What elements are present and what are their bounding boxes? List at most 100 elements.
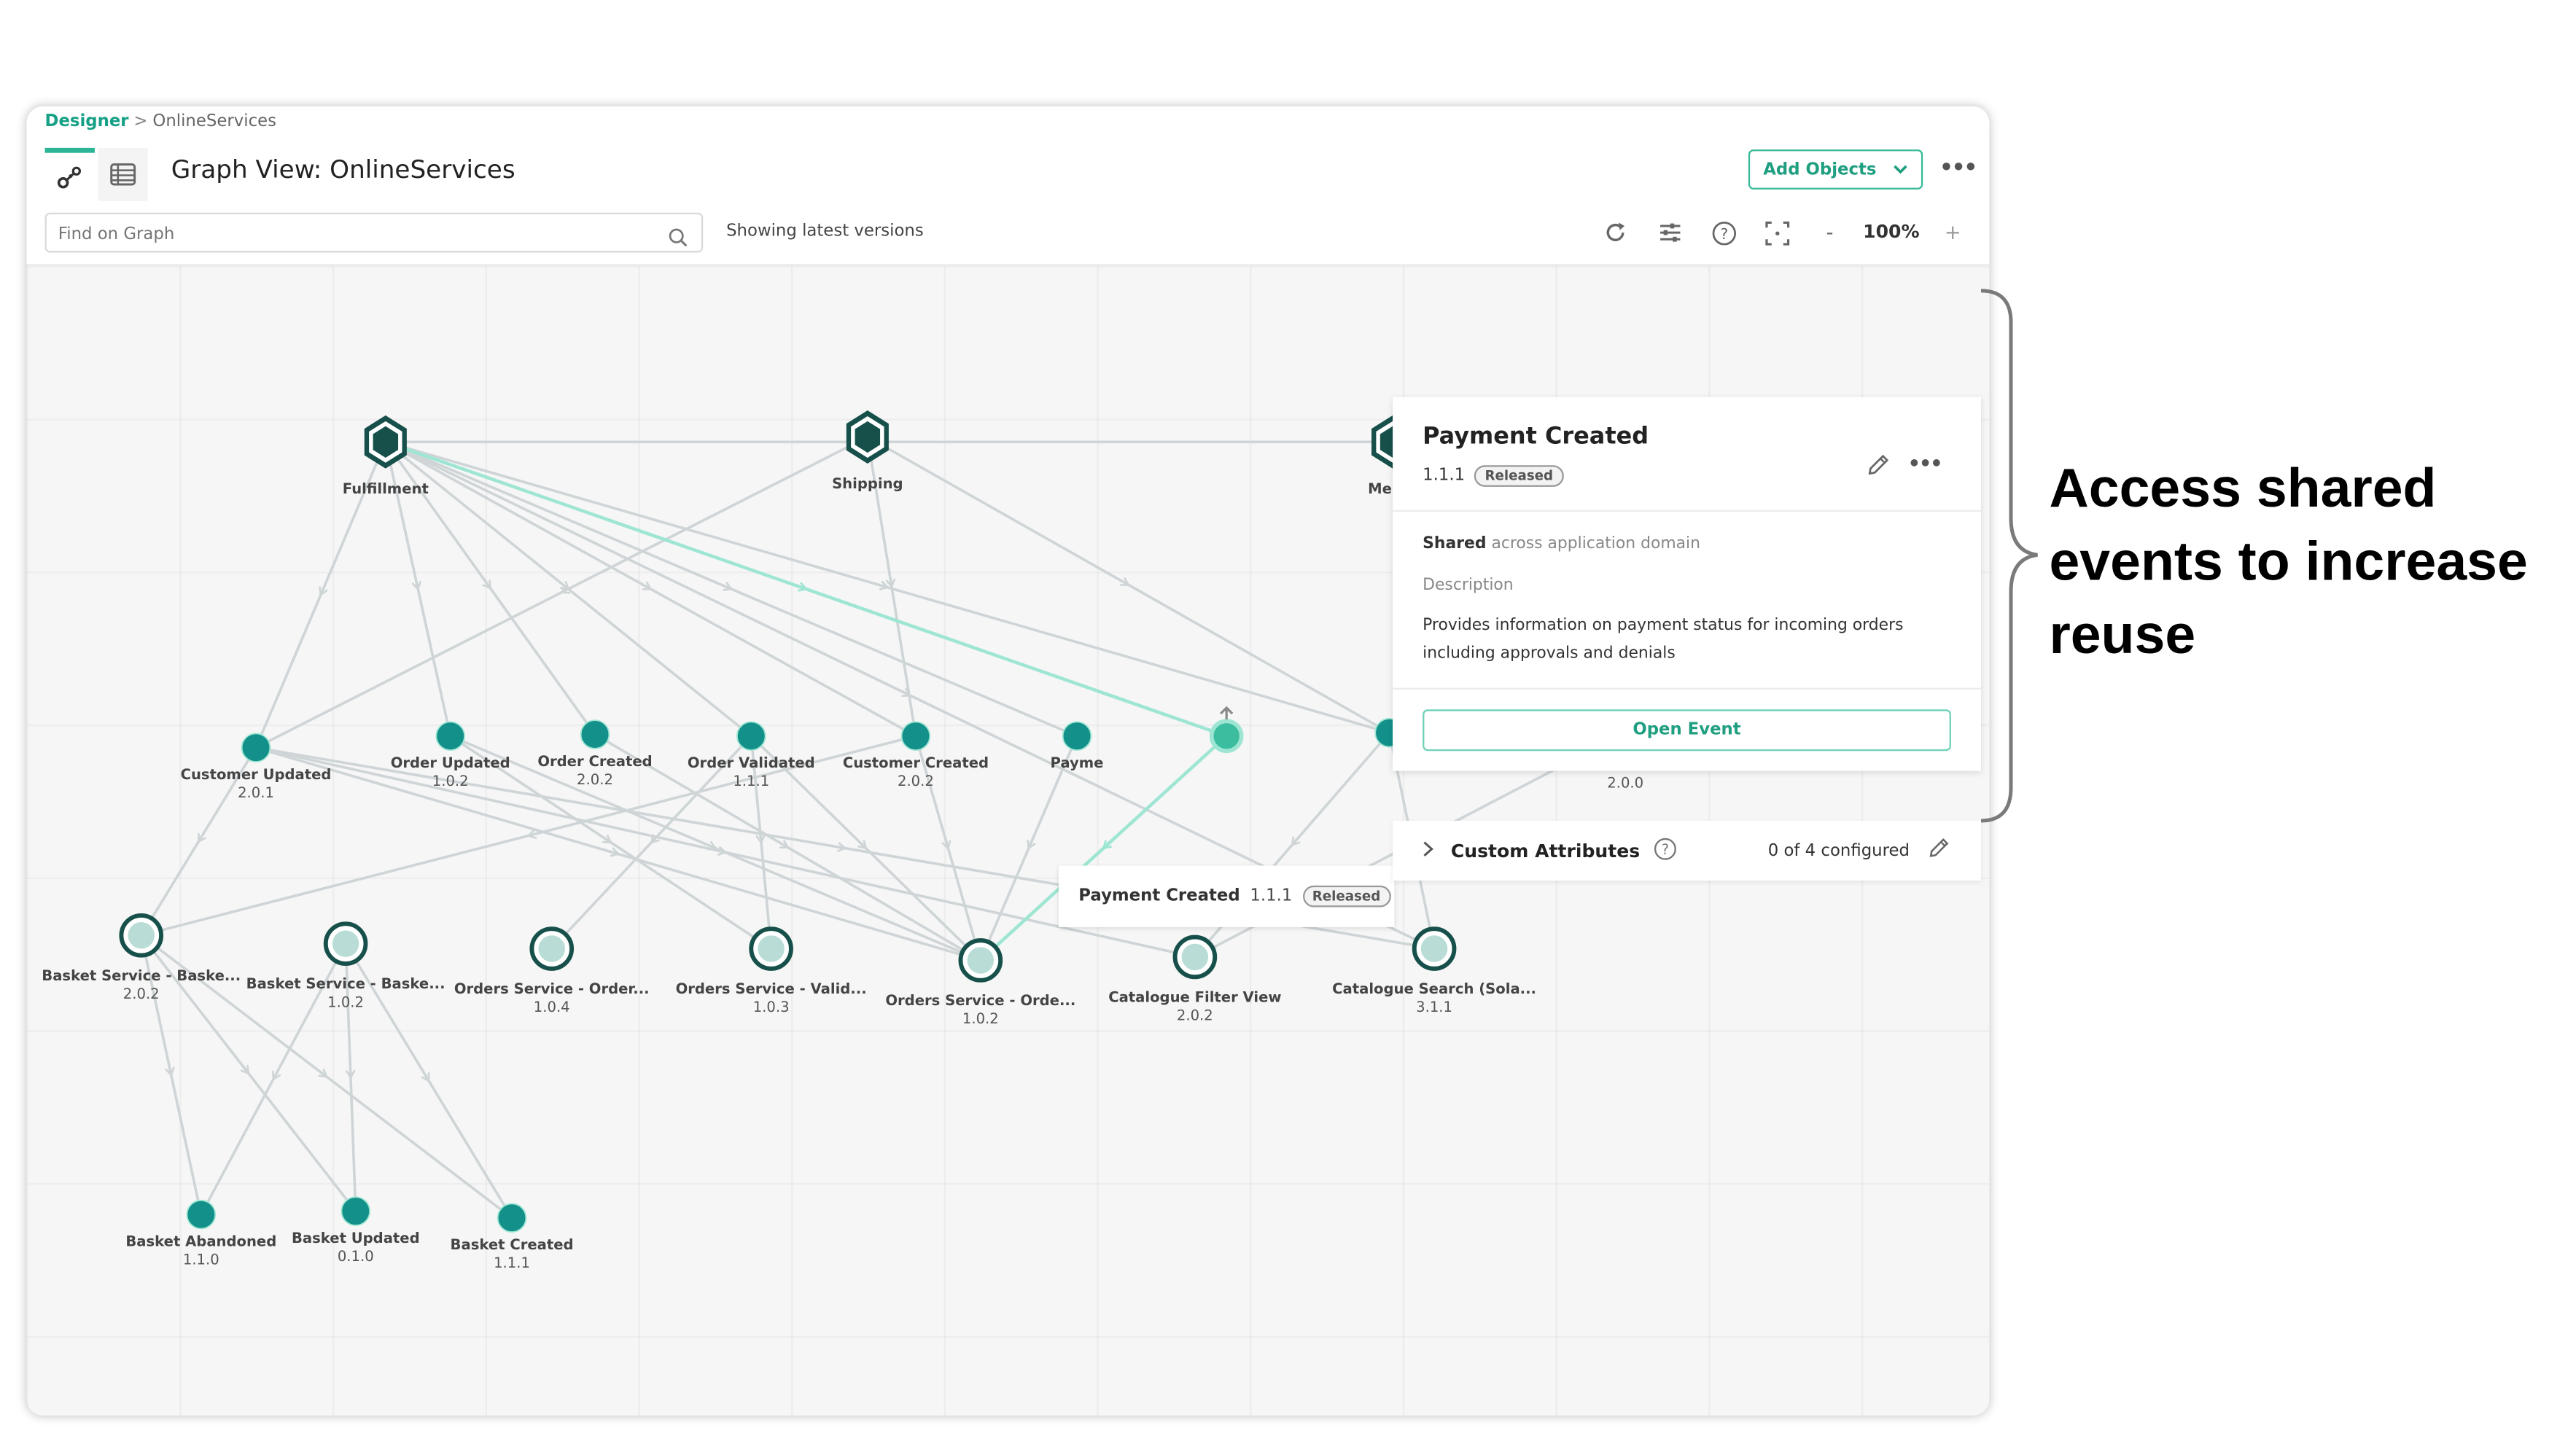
help-icon[interactable]: ? [1710, 219, 1736, 246]
event-node-customer-updated[interactable] [241, 733, 271, 762]
node-label: Basket Abandoned 1.1.0 [125, 1235, 276, 1271]
event-node-order-created[interactable] [580, 719, 610, 749]
showing-versions-text: Showing latest versions [726, 222, 924, 241]
node-label: Customer Updated 2.0.1 [181, 768, 332, 804]
graph-canvas[interactable]: FulfillmentShippingMerchCustomer Updated… [26, 265, 1990, 1416]
node-label: Fulfillment [343, 482, 429, 500]
node-version: 1.0.2 [327, 995, 365, 1012]
node-name: Orders Service - Valid... [675, 982, 867, 999]
node-name: Orders Service - Order... [454, 982, 650, 999]
service-node-fill [538, 935, 565, 962]
zoom-in-button[interactable]: + [1939, 219, 1966, 246]
node-name: Fulfillment [342, 482, 429, 499]
node-name: Orders Service - Orde... [885, 994, 1076, 1010]
event-node-basket-abandoned[interactable] [186, 1199, 217, 1230]
node-label: Basket Created 1.1.1 [451, 1238, 574, 1274]
node-name: Basket Updated [291, 1231, 420, 1248]
shared-bold: Shared [1423, 534, 1487, 554]
node-name: Basket Created [450, 1238, 574, 1254]
node-label: 2.0.0 [1607, 776, 1643, 794]
shared-rest: across application domain [1486, 534, 1700, 554]
tooltip-version: 1.1.1 [1250, 887, 1293, 906]
node-name: Catalogue Search (Sola... [1332, 982, 1537, 999]
service-node-fill [1181, 943, 1209, 971]
zoom-out-button[interactable]: - [1816, 219, 1842, 246]
edit-pencil-icon[interactable] [1864, 452, 1891, 485]
header-bar: Designer > OnlineServices Graph View: Onli… [26, 106, 1990, 205]
shared-scope-text: Shared across application domain [1423, 535, 1951, 553]
description-label: Description [1423, 576, 1514, 596]
breadcrumb-separator: > [133, 112, 148, 132]
panel-version: 1.1.1 [1423, 467, 1466, 485]
service-node-fill [1420, 935, 1448, 962]
add-objects-button[interactable]: Add Objects [1748, 149, 1923, 190]
node-name: Basket Service - Baske... [246, 977, 445, 994]
page-title: Graph View: OnlineServices [171, 154, 515, 185]
tab-table-view[interactable] [98, 147, 148, 201]
node-name: Order Created [537, 754, 653, 771]
zoom-level: 100% [1863, 221, 1920, 243]
node-label: Orders Service - Valid... 1.0.3 [676, 982, 867, 1018]
chevron-down-icon [1894, 165, 1907, 174]
help-icon[interactable]: ? [1653, 837, 1676, 865]
node-label: Customer Created 2.0.2 [843, 756, 989, 792]
edit-attributes-pencil-icon[interactable] [1926, 836, 1951, 866]
panel-info-section: Shared across application domain Descrip… [1393, 535, 1981, 690]
event-node-order-validated[interactable] [736, 721, 766, 752]
node-label: Orders Service - Orde... 1.0.2 [885, 994, 1075, 1030]
node-name: Payme [1050, 756, 1104, 773]
node-version: 2.0.2 [122, 986, 160, 1004]
event-node-payment-created[interactable] [1209, 719, 1244, 754]
filter-sliders-icon[interactable] [1657, 219, 1684, 246]
fit-to-screen-icon[interactable] [1763, 219, 1789, 246]
search-icon[interactable] [668, 222, 688, 254]
custom-attributes-row[interactable]: Custom Attributes ? 0 of 4 configured [1393, 821, 1981, 881]
node-version: 2.0.2 [577, 772, 613, 789]
find-on-graph-field[interactable] [44, 212, 704, 254]
arrow-up-icon [1220, 706, 1234, 719]
node-version: 2.0.2 [1176, 1008, 1213, 1026]
event-node-payment-x[interactable] [1062, 721, 1092, 752]
callout-text: Access shared events to increase reuse [2049, 456, 2528, 665]
breadcrumb-designer[interactable]: Designer [45, 113, 129, 131]
event-details-panel: Payment Created ••• 1.1.1 Released Share… [1393, 397, 1981, 771]
node-version: 1.0.2 [432, 774, 469, 791]
more-options-button[interactable]: ••• [1939, 156, 1977, 181]
description-text: Provides information on payment status f… [1423, 616, 1904, 663]
service-node-fill [128, 922, 155, 949]
tooltip-status-badge: Released [1302, 885, 1391, 908]
node-version: 1.0.4 [533, 1000, 570, 1017]
graph-icon [57, 165, 82, 188]
open-event-button[interactable]: Open Event [1423, 709, 1951, 752]
node-tooltip: Payment Created 1.1.1 Released [1058, 865, 1395, 927]
panel-status-badge: Released [1474, 465, 1563, 487]
tab-graph-view[interactable] [44, 147, 95, 201]
node-name: Catalogue Filter View [1108, 990, 1282, 1007]
service-node-fill [332, 930, 359, 957]
node-version: 3.1.1 [1416, 1000, 1453, 1017]
custom-attributes-count: 0 of 4 configured [1767, 841, 1910, 860]
node-name: Basket Service - Baske... [42, 968, 241, 986]
event-node-basket-updated[interactable] [341, 1196, 371, 1226]
event-node-order-updated[interactable] [435, 721, 465, 752]
node-label: Order Validated 1.1.1 [688, 756, 815, 792]
stage: Designer > OnlineServices Graph View: Onli… [0, 0, 2576, 1444]
event-node-customer-created[interactable] [900, 721, 931, 752]
panel-actions: Open Event [1393, 709, 1981, 752]
node-version: 2.0.2 [897, 774, 934, 791]
service-node-fill [967, 947, 995, 974]
panel-more-button[interactable]: ••• [1908, 452, 1943, 475]
chevron-right-icon[interactable] [1423, 840, 1434, 862]
custom-attributes-label: Custom Attributes [1450, 840, 1641, 862]
node-label: Basket Updated 0.1.0 [292, 1231, 420, 1268]
node-version: 1.0.2 [962, 1012, 999, 1029]
search-input[interactable] [55, 216, 660, 254]
refresh-icon[interactable] [1602, 219, 1628, 246]
svg-text:?: ? [1719, 225, 1727, 242]
node-label: Catalogue Search (Sola... 3.1.1 [1332, 982, 1536, 1018]
node-version: 2.0.0 [1607, 776, 1644, 793]
event-node-basket-created[interactable] [497, 1203, 527, 1233]
node-name: Basket Abandoned [125, 1234, 277, 1252]
svg-text:?: ? [1661, 840, 1668, 857]
node-version: 1.0.3 [752, 1000, 790, 1017]
